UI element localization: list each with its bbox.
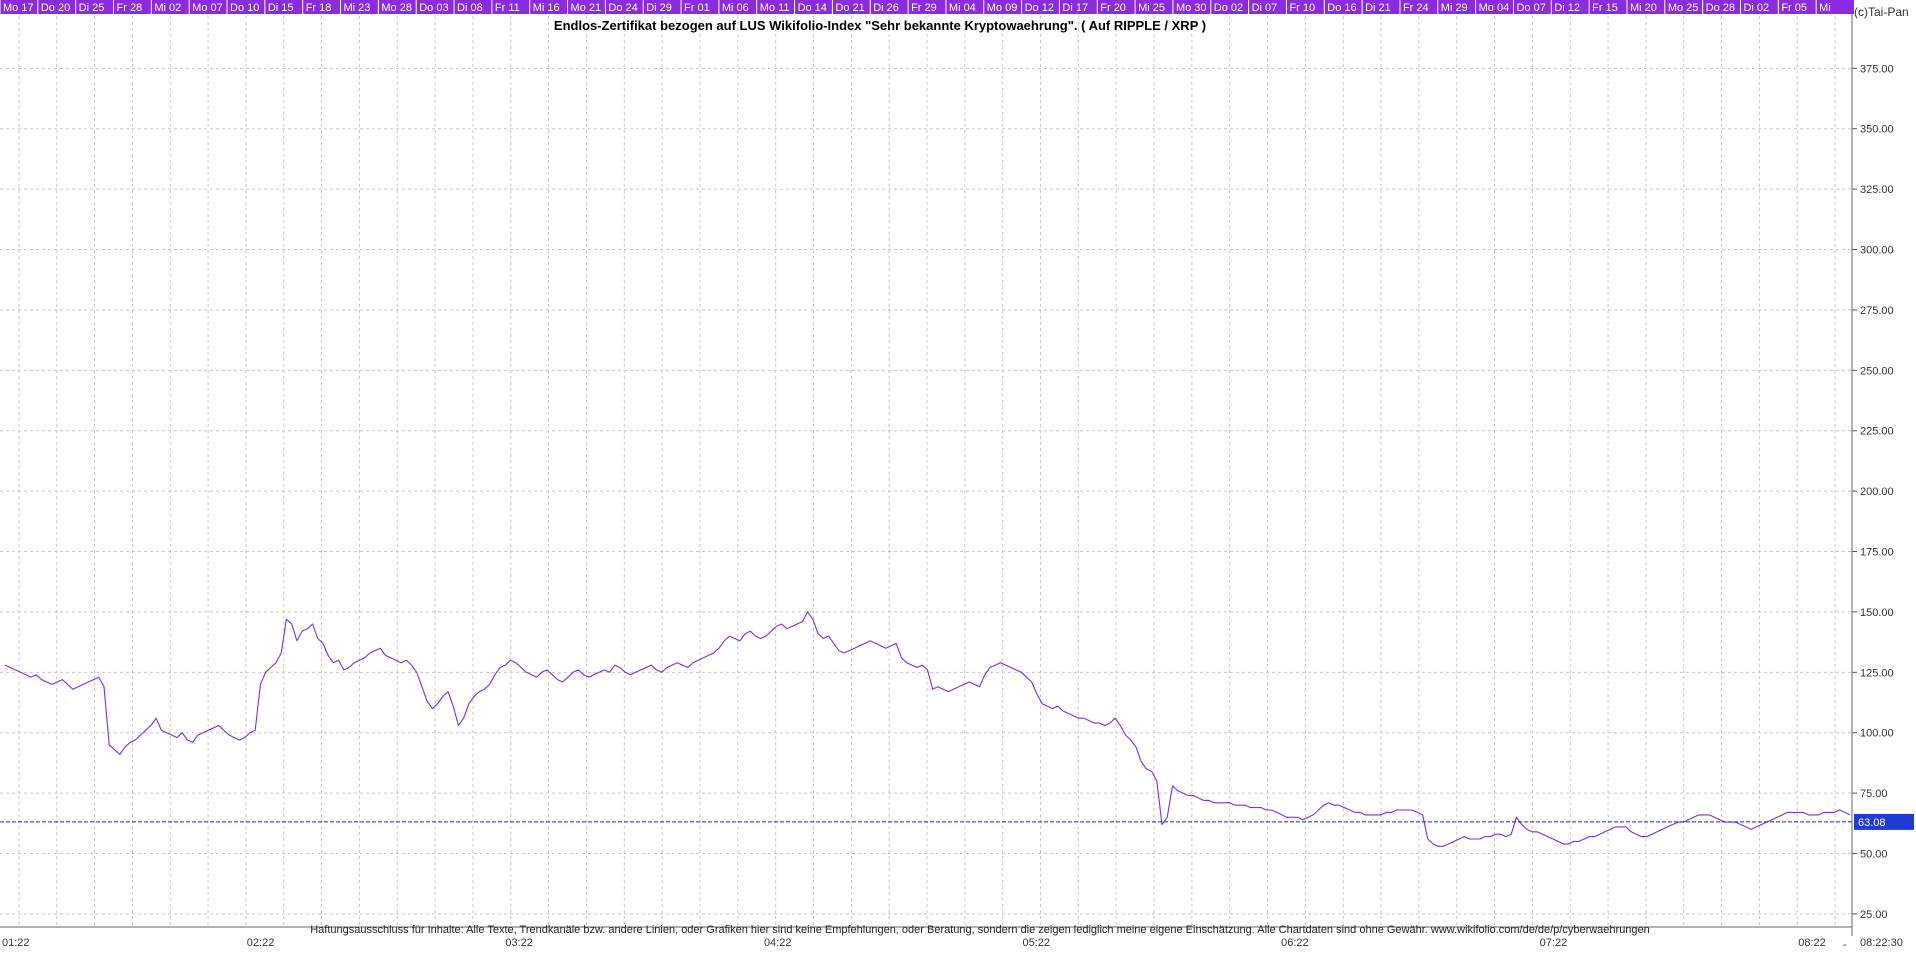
y-tick-label: 350.00 <box>1860 124 1894 136</box>
day-label: Do 24 <box>608 2 637 14</box>
day-label: Mo 28 <box>381 2 412 14</box>
day-label: Mi 16 <box>533 2 560 14</box>
day-label: Mo 09 <box>987 2 1018 14</box>
day-label: Mi <box>1819 2 1831 14</box>
day-label: Fr 29 <box>911 2 937 14</box>
day-label: Fr 11 <box>495 2 520 14</box>
day-label: Di 17 <box>1062 2 1088 14</box>
day-label: Di 07 <box>1252 2 1278 14</box>
x-tick-label: 03:22 <box>505 937 533 949</box>
day-label: Mo 21 <box>571 2 602 14</box>
day-label: Di 21 <box>1365 2 1391 14</box>
x-tick-label: 04:22 <box>764 937 792 949</box>
day-label: Do 20 <box>41 2 70 14</box>
day-label: Mi 02 <box>154 2 181 14</box>
y-tick-label: 75.00 <box>1860 788 1888 800</box>
footer-right-mark: - <box>1843 939 1847 951</box>
day-label: Di 02 <box>1743 2 1769 14</box>
day-label: Di 29 <box>646 2 672 14</box>
day-strip: Mo 17 Do 20 Di 25 Fr 28 Mi 02 Mo 07 Do 10 Di 15… <box>0 0 1854 14</box>
day-label: Fr 01 <box>684 2 710 14</box>
y-tick-label: 100.00 <box>1860 728 1894 740</box>
day-label: Mi 29 <box>1441 2 1468 14</box>
y-tick-label: 250.00 <box>1860 365 1894 377</box>
y-tick-label: 125.00 <box>1860 667 1894 679</box>
day-label: Do 10 <box>230 2 259 14</box>
day-label: Di 08 <box>457 2 483 14</box>
x-tick-label: 06:22 <box>1281 937 1309 949</box>
x-tick-label: 08:22:30 <box>1860 937 1903 949</box>
last-price-label: 63.08 <box>1858 817 1886 829</box>
x-tick-label: 07:22 <box>1540 937 1568 949</box>
day-label: Mo 04 <box>1479 2 1510 14</box>
day-label: Mi 04 <box>949 2 976 14</box>
day-label: Mi 23 <box>344 2 371 14</box>
day-label: Do 21 <box>835 2 864 14</box>
y-tick-label: 325.00 <box>1860 184 1894 196</box>
day-label: Fr 24 <box>1403 2 1429 14</box>
y-tick-label: 300.00 <box>1860 245 1894 257</box>
day-label: Do 16 <box>1327 2 1356 14</box>
y-tick-label: 175.00 <box>1860 547 1894 559</box>
day-label: Do 07 <box>1516 2 1545 14</box>
y-tick-label: 150.00 <box>1860 607 1894 619</box>
y-tick-label: 375.00 <box>1860 63 1894 75</box>
grid <box>0 16 1852 926</box>
day-label: Mi 06 <box>722 2 749 14</box>
disclaimer-text: Haftungsausschluss für Inhalte: Alle Tex… <box>310 924 1650 936</box>
day-label: Do 02 <box>1214 2 1243 14</box>
y-tick-label: 200.00 <box>1860 486 1894 498</box>
day-label: Fr 10 <box>1289 2 1315 14</box>
y-axis: 375.00 350.00 325.00 300.00 275.00 250.00 225.… <box>1851 14 1894 936</box>
day-label: Do 03 <box>419 2 448 14</box>
day-label: Mo 17 <box>3 2 34 14</box>
x-tick-label: 08:22 <box>1798 937 1826 949</box>
day-label: Do 28 <box>1706 2 1735 14</box>
x-tick-label: 01:22 <box>2 937 30 949</box>
day-label: Mo 07 <box>192 2 223 14</box>
day-label: Fr 05 <box>1781 2 1807 14</box>
day-label: Mo 30 <box>1176 2 1207 14</box>
day-label: Do 14 <box>798 2 827 14</box>
day-label: Di 26 <box>873 2 899 14</box>
chart-title: Endlos-Zertifikat bezogen auf LUS Wikifo… <box>554 18 1206 33</box>
y-tick-label: 225.00 <box>1860 426 1894 438</box>
copyright-label: (c)Tai-Pan <box>1854 5 1909 19</box>
day-label: Fr 18 <box>306 2 332 14</box>
day-label: Fr 28 <box>117 2 143 14</box>
day-label: Mi 20 <box>1630 2 1657 14</box>
y-tick-label: 275.00 <box>1860 305 1894 317</box>
day-label: Di 15 <box>268 2 294 14</box>
day-label: Do 12 <box>1025 2 1054 14</box>
day-label: Di 12 <box>1554 2 1580 14</box>
y-tick-label: 50.00 <box>1860 849 1888 861</box>
day-label: Di 25 <box>79 2 105 14</box>
day-label: Fr 20 <box>1100 2 1126 14</box>
day-label: Mo 11 <box>760 2 790 14</box>
chart-root: Mo 17 Do 20 Di 25 Fr 28 Mi 02 Mo 07 Do 10 Di 15… <box>0 0 1916 952</box>
day-label: Mi 25 <box>1138 2 1165 14</box>
day-label: Mo 25 <box>1668 2 1699 14</box>
price-chart: Mo 17 Do 20 Di 25 Fr 28 Mi 02 Mo 07 Do 10 Di 15… <box>0 0 1914 951</box>
x-tick-label: 05:22 <box>1023 937 1051 949</box>
y-tick-label: 25.00 <box>1860 909 1888 921</box>
day-label: Fr 15 <box>1592 2 1618 14</box>
x-tick-label: 02:22 <box>247 937 275 949</box>
